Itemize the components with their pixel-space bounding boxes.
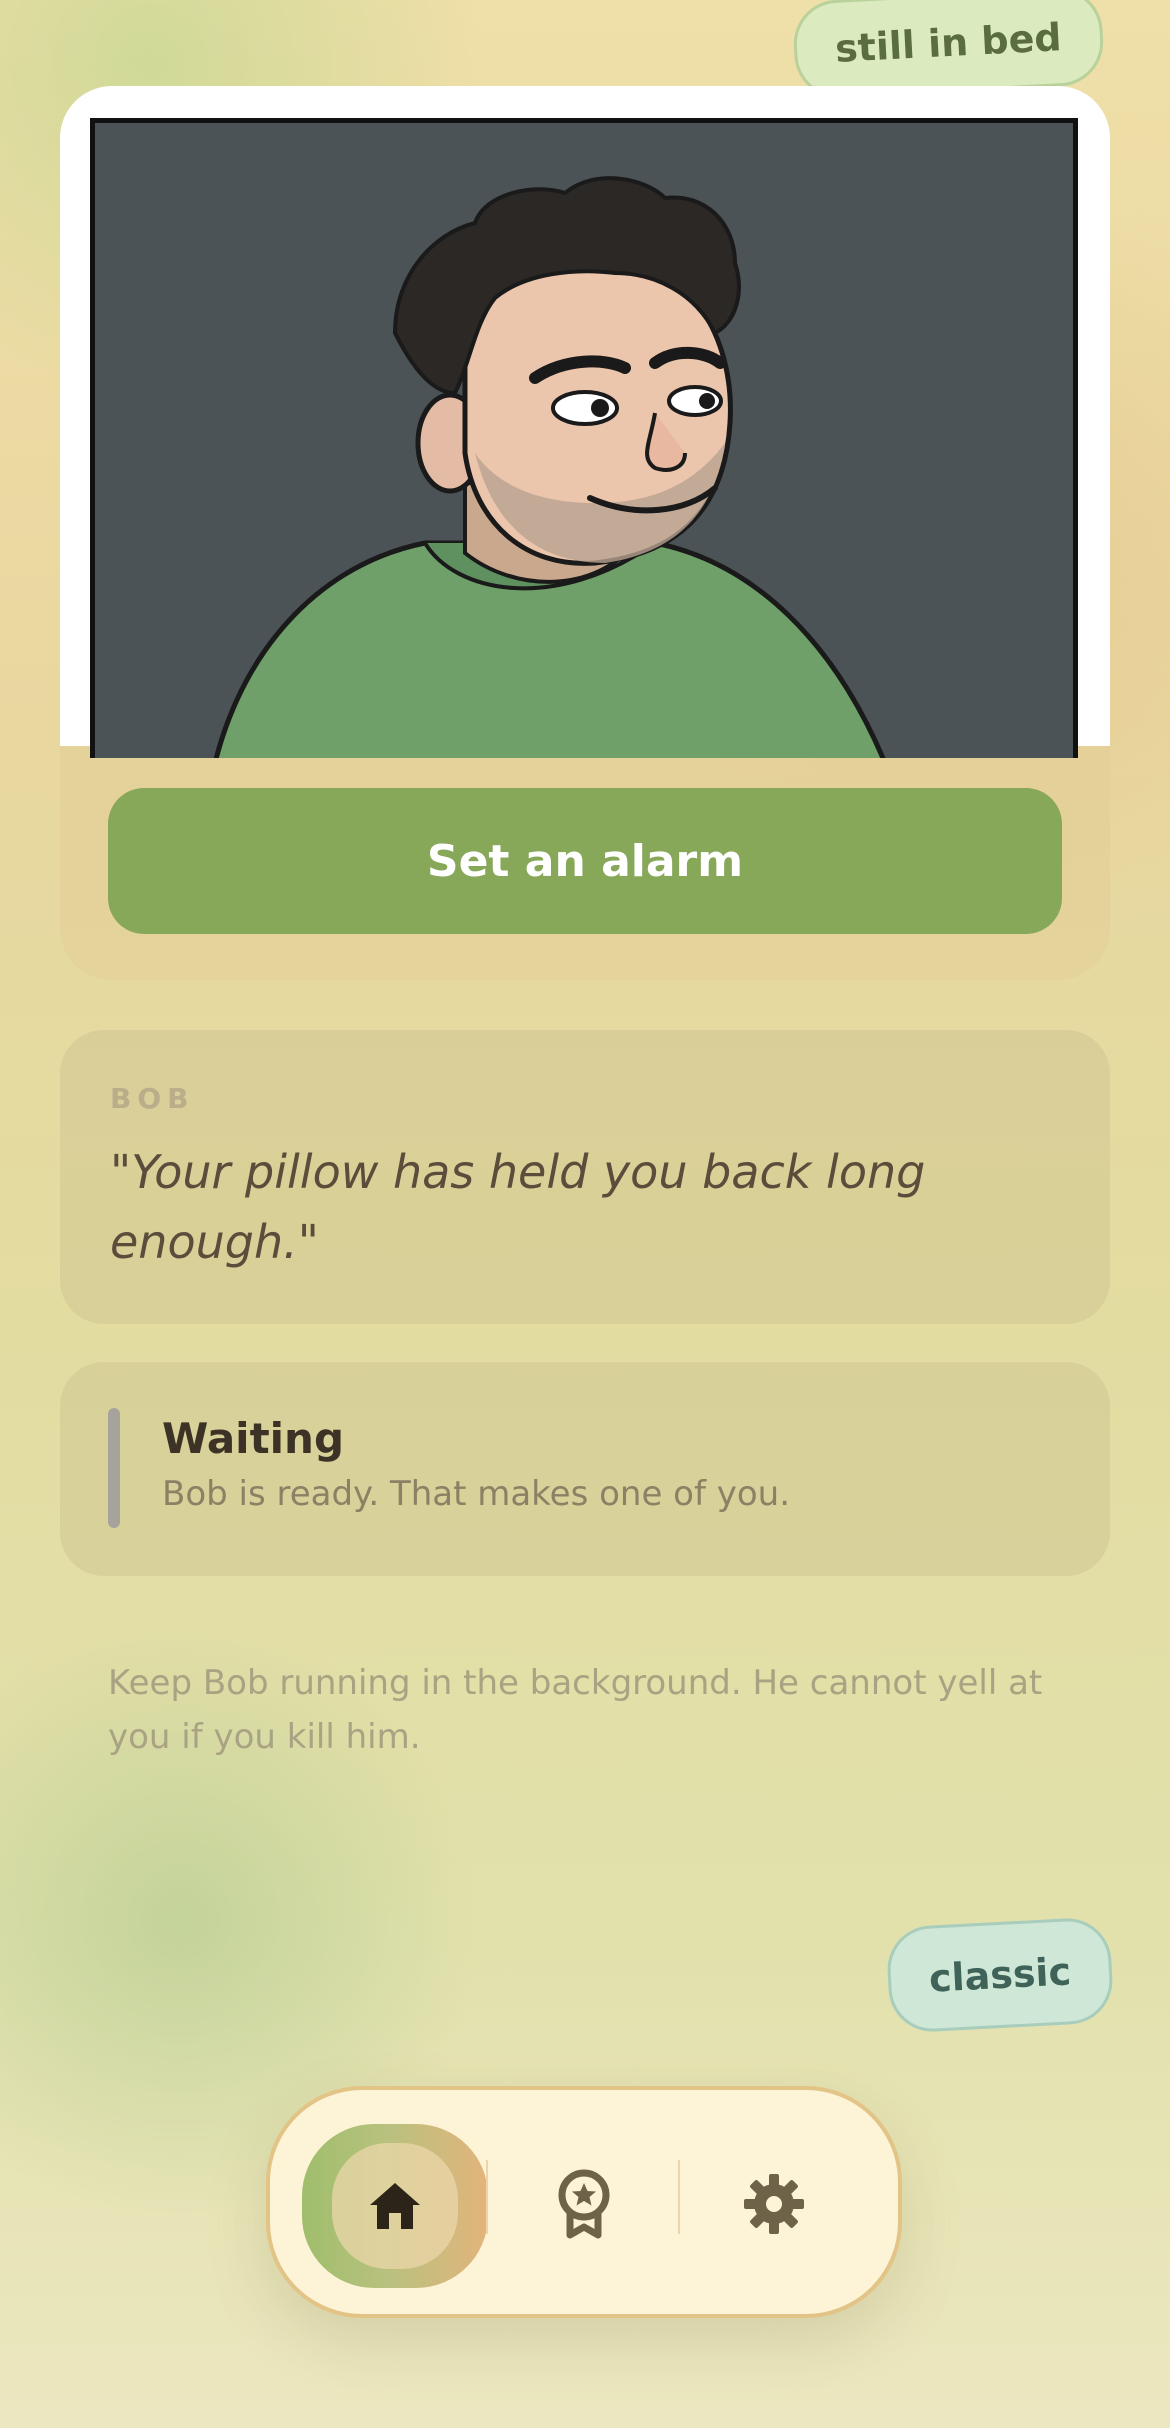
set-alarm-button[interactable]: Set an alarm	[108, 788, 1062, 934]
award-icon	[558, 2169, 610, 2239]
hero-frame	[60, 86, 1110, 758]
status-card: Waiting Bob is ready. That makes one of …	[60, 1362, 1110, 1576]
nav-separator	[678, 2160, 680, 2234]
quote-speaker: BOB	[110, 1082, 195, 1115]
status-indicator	[108, 1408, 120, 1528]
nav-separator	[486, 2160, 488, 2234]
nav-settings-button[interactable]	[718, 2148, 830, 2260]
hero-card: Set an alarm	[60, 86, 1110, 980]
bottom-nav	[266, 2086, 902, 2318]
nav-home-highlight	[332, 2143, 458, 2269]
quote-text: "Your pillow has held you back long enou…	[110, 1145, 926, 1269]
status-subtitle: Bob is ready. That makes one of you.	[162, 1474, 791, 1514]
gear-icon	[744, 2174, 804, 2234]
background-hint: Keep Bob running in the background. He c…	[108, 1663, 1043, 1757]
mood-tag: still in bed	[791, 0, 1105, 101]
bob-portrait-image	[213, 176, 886, 758]
quote-card: BOB "Your pillow has held you back long …	[60, 1030, 1110, 1324]
nav-home-button[interactable]	[302, 2124, 488, 2288]
status-title: Waiting	[162, 1414, 345, 1463]
home-icon	[370, 2183, 420, 2229]
nav-awards-button[interactable]	[528, 2148, 640, 2260]
character-illustration	[90, 118, 1078, 758]
style-tag[interactable]: classic	[885, 1916, 1115, 2034]
